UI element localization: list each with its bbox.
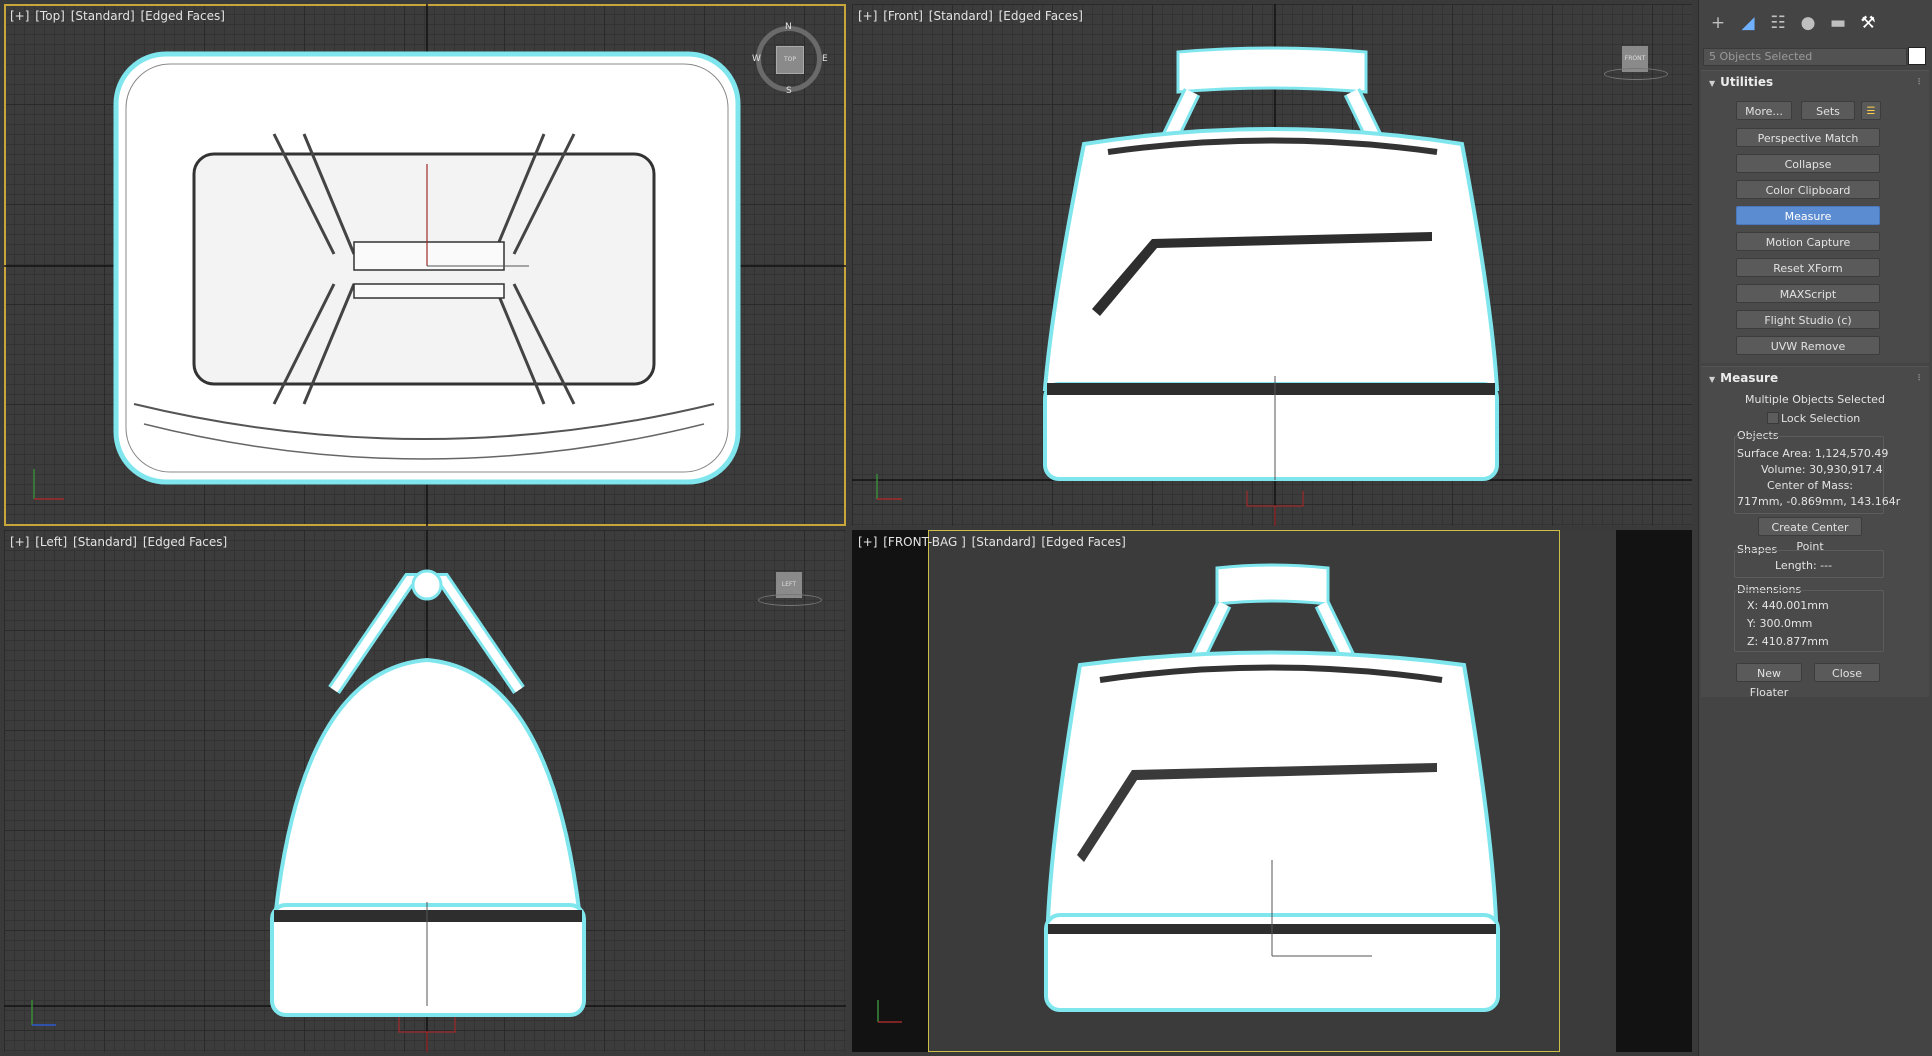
top-view-wireframe [4,4,846,526]
create-center-point-button[interactable]: Create Center Point [1758,517,1862,553]
viewport-camera-label[interactable]: [+] [FRONT-BAG ] [Standard] [Edged Faces… [858,535,1128,549]
create-tab-icon[interactable]: + [1703,8,1733,38]
measure-button[interactable]: Measure [1736,206,1880,225]
surface-area-value: Surface Area: 1,124,570.49 [1737,447,1889,460]
display-tab-icon[interactable]: ▬ [1823,8,1853,38]
more-button[interactable]: More... [1736,101,1792,120]
viewport-pov-label[interactable]: [Left] [35,535,67,549]
viewport-menu-plus[interactable]: [+] [858,9,877,23]
measure-status: Multiple Objects Selected [1745,393,1885,406]
center-of-mass-label: Center of Mass: [1767,479,1854,492]
viewport-mode-label[interactable]: [Edged Faces] [141,9,225,23]
utilities-title: Utilities [1720,75,1774,89]
collapse-button[interactable]: Collapse [1736,154,1880,173]
compass-n-label: N [785,22,792,32]
compass-w-label: W [752,54,761,64]
collapse-triangle-icon: ▼ [1709,79,1716,88]
viewcube-top[interactable]: TOP [776,46,804,74]
hierarchy-tab-icon[interactable]: ☷ [1763,8,1793,38]
viewport-left-label[interactable]: [+] [Left] [Standard] [Edged Faces] [10,535,229,549]
viewport-mode-label[interactable]: [Edged Faces] [143,535,227,549]
viewport-front-label[interactable]: [+] [Front] [Standard] [Edged Faces] [858,9,1085,23]
viewport-top-label[interactable]: [+] [Top] [Standard] [Edged Faces] [10,9,227,23]
viewport-shading-label[interactable]: [Standard] [71,9,135,23]
maxscript-button[interactable]: MAXScript [1736,284,1880,303]
viewport-menu-plus[interactable]: [+] [10,9,29,23]
configure-sets-button[interactable]: ☰ [1861,101,1881,120]
uvw-remove-button[interactable]: UVW Remove [1736,336,1880,355]
center-of-mass-value: 717mm, -0.869mm, 143.164r [1737,495,1901,508]
camera-view-wireframe [877,563,1500,1023]
viewport-camera[interactable]: [+] [FRONT-BAG ] [Standard] [Edged Faces… [852,530,1692,1052]
utilities-rollout-header[interactable]: ▼ Utilities ⋮ [1701,71,1929,93]
left-view-wireformat [4,530,846,1052]
lock-selection-label: Lock Selection [1781,412,1861,425]
viewport-left[interactable]: [+] [Left] [Standard] [Edged Faces] LEFT [4,530,846,1052]
measure-title: Measure [1720,371,1779,385]
viewport-menu-plus[interactable]: [+] [10,535,29,549]
sets-button[interactable]: Sets [1801,101,1855,120]
viewport-pov-label[interactable]: [Top] [35,9,65,23]
utilities-rollout: ▼ Utilities ⋮ More... Sets ☰ Perspective … [1701,70,1929,363]
viewcube-ring [758,594,822,606]
viewport-mode-label[interactable]: [Edged Faces] [999,9,1083,23]
viewport-mode-label[interactable]: [Edged Faces] [1041,535,1125,549]
motion-tab-icon[interactable]: ● [1793,8,1823,38]
dimension-x-value: X: 440.001mm [1747,599,1829,612]
selection-name-field[interactable]: 5 Objects Selected [1703,48,1907,66]
color-clipboard-button[interactable]: Color Clipboard [1736,180,1880,199]
object-color-swatch[interactable] [1908,47,1926,65]
viewport-pov-label[interactable]: [FRONT-BAG ] [883,535,966,549]
command-panel-tabs: + ◢ ☷ ● ▬ ⚒ [1699,8,1932,46]
rollout-grip-icon: ⋮ [1915,373,1923,382]
viewcube-ring [1604,68,1668,80]
dimension-z-value: Z: 410.877mm [1747,635,1829,648]
compass-s-label: S [786,86,792,96]
viewport-top[interactable]: [+] [Top] [Standard] [Edged Faces] TOP N… [4,4,846,526]
viewcube-compass[interactable]: TOP [756,26,822,92]
reset-xform-button[interactable]: Reset XForm [1736,258,1880,277]
viewport-front[interactable]: [+] [Front] [Standard] [Edged Faces] FRO… [852,4,1692,526]
new-floater-button[interactable]: New Floater [1736,663,1802,699]
collapse-triangle-icon: ▼ [1709,375,1716,384]
lock-selection-checkbox[interactable] [1767,412,1779,424]
close-button[interactable]: Close [1814,663,1880,682]
dimension-y-value: Y: 300.0mm [1747,617,1813,630]
measure-rollout-header[interactable]: ▼ Measure ⋮ [1701,367,1929,389]
motion-capture-button[interactable]: Motion Capture [1736,232,1880,251]
volume-value: Volume: 30,930,917.4 [1761,463,1883,476]
measure-rollout: ▼ Measure ⋮ Multiple Objects Selected Loc… [1701,366,1929,699]
front-view-wireframe [852,4,1692,526]
flight-studio-button[interactable]: Flight Studio (c) [1736,310,1880,329]
rollout-grip-icon: ⋮ [1915,77,1923,86]
viewport-pov-label[interactable]: [Front] [883,9,923,23]
modify-tab-icon[interactable]: ◢ [1733,8,1763,38]
command-panel: + ◢ ☷ ● ▬ ⚒ 5 Objects Selected ▼ Utilitie… [1698,0,1932,1056]
viewport-shading-label[interactable]: [Standard] [929,9,993,23]
viewport-shading-label[interactable]: [Standard] [972,535,1036,549]
compass-e-label: E [822,54,828,64]
perspective-match-button[interactable]: Perspective Match [1736,128,1880,147]
length-value: Length: --- [1775,559,1833,572]
viewport-shading-label[interactable]: [Standard] [73,535,137,549]
utilities-tab-icon[interactable]: ⚒ [1853,8,1883,38]
viewport-menu-plus[interactable]: [+] [858,535,877,549]
